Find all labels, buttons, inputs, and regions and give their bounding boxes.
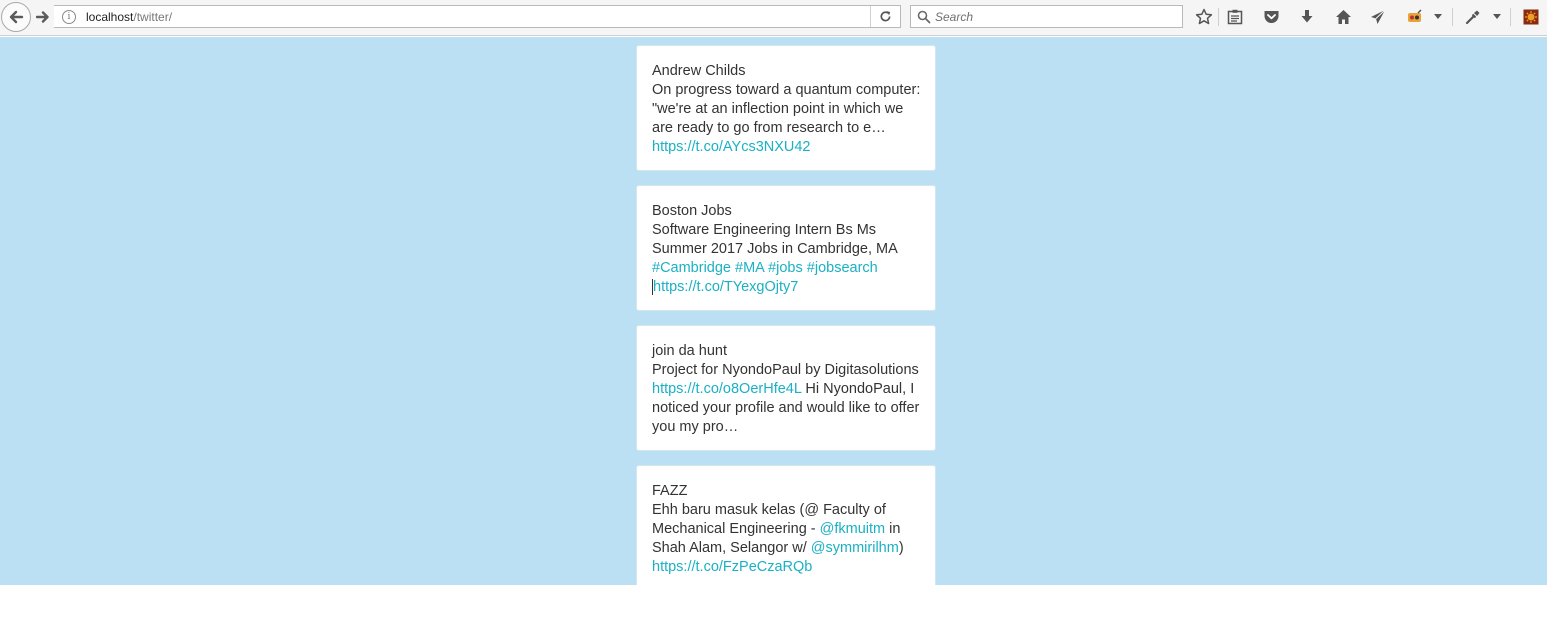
tweet-author: join da hunt bbox=[652, 343, 727, 359]
send-button[interactable] bbox=[1368, 7, 1388, 27]
reading-list-button[interactable] bbox=[1225, 7, 1245, 27]
toolbar-separator bbox=[1218, 8, 1219, 26]
chevron-down-icon bbox=[1434, 14, 1442, 19]
bookmark-star-icon bbox=[1195, 8, 1213, 25]
eyedropper-icon bbox=[1465, 10, 1480, 25]
tweet-text-segment: On progress toward a quantum computer: "… bbox=[652, 82, 921, 136]
hashtag-link[interactable]: #Cambridge bbox=[652, 260, 731, 276]
tweet-author: FAZZ bbox=[652, 483, 688, 499]
tweet-card: FAZZ Ehh baru masuk kelas (@ Faculty of M… bbox=[636, 465, 936, 585]
info-icon[interactable]: i bbox=[62, 9, 76, 24]
extension-icon bbox=[1408, 9, 1422, 22]
url-text[interactable]: localhost/twitter/ bbox=[86, 10, 172, 24]
tweet-feed: Andrew Childs On progress toward a quantu… bbox=[636, 45, 936, 585]
forward-button[interactable] bbox=[32, 6, 54, 28]
tweet-link[interactable]: https://t.co/FzPeCzaRQb bbox=[652, 559, 812, 575]
hashtag-link[interactable]: #MA bbox=[735, 260, 764, 276]
extension-button[interactable] bbox=[1405, 7, 1425, 27]
hashtag-link[interactable]: #jobsearch bbox=[807, 260, 878, 276]
tweet-text: On progress toward a quantum computer: "… bbox=[652, 81, 921, 157]
reading-list-icon bbox=[1227, 9, 1243, 25]
tweet-text: Project for NyondoPaul by Digitasolution… bbox=[652, 361, 921, 437]
send-icon bbox=[1371, 9, 1386, 24]
reload-icon bbox=[880, 11, 891, 22]
hashtag-link[interactable]: #jobs bbox=[768, 260, 803, 276]
tweet-card: Andrew Childs On progress toward a quantu… bbox=[636, 45, 936, 171]
tweet-card: Boston Jobs Software Engineering Intern B… bbox=[636, 185, 936, 311]
url-host: localhost bbox=[86, 9, 134, 24]
tweet-text: Software Engineering Intern Bs Ms Summer… bbox=[652, 221, 921, 297]
mention-link[interactable]: @symmirilhm bbox=[811, 540, 899, 556]
tweet-link[interactable]: https://t.co/o8OerHfe4L bbox=[652, 381, 801, 397]
extension-menu-dropdown[interactable] bbox=[1431, 7, 1445, 27]
browser-toolbar: i localhost/twitter/ bbox=[0, 0, 1547, 36]
forward-arrow-icon bbox=[36, 11, 49, 23]
eyedropper-menu-dropdown[interactable] bbox=[1490, 7, 1504, 27]
tweet-text-segment: ) bbox=[898, 540, 904, 556]
addon-icon bbox=[1523, 9, 1539, 25]
tweet-link[interactable]: https://t.co/TYexgOjty7 bbox=[652, 279, 799, 295]
download-icon bbox=[1301, 10, 1313, 23]
back-arrow-icon bbox=[9, 10, 24, 24]
toolbar-separator bbox=[1452, 8, 1453, 26]
tweet-text: Ehh baru masuk kelas (@ Faculty of Mecha… bbox=[652, 501, 921, 577]
tweet-author: Andrew Childs bbox=[652, 63, 746, 79]
url-path: /twitter/ bbox=[133, 9, 173, 24]
tweet-link[interactable]: https://t.co/AYcs3NXU42 bbox=[652, 139, 811, 155]
address-bar[interactable]: i localhost/twitter/ bbox=[54, 5, 901, 28]
downloads-button[interactable] bbox=[1297, 7, 1317, 27]
pocket-button[interactable] bbox=[1261, 7, 1281, 27]
search-icon bbox=[917, 10, 931, 23]
reload-button[interactable] bbox=[870, 6, 900, 27]
tweet-text-segment: Project for NyondoPaul by Digitasolution… bbox=[652, 362, 919, 378]
search-bar[interactable] bbox=[910, 5, 1183, 28]
tweet-card: join da hunt Project for NyondoPaul by Di… bbox=[636, 325, 936, 451]
mention-link[interactable]: @fkmuitm bbox=[820, 521, 885, 537]
page-viewport: Andrew Childs On progress toward a quantu… bbox=[0, 37, 1547, 585]
addon-button[interactable] bbox=[1521, 7, 1541, 27]
eyedropper-button[interactable] bbox=[1463, 7, 1483, 27]
toolbar-separator bbox=[1510, 8, 1511, 26]
back-button[interactable] bbox=[1, 2, 31, 32]
home-icon bbox=[1335, 10, 1351, 24]
chevron-down-icon bbox=[1493, 14, 1501, 19]
pocket-icon bbox=[1264, 11, 1278, 23]
tweet-author: Boston Jobs bbox=[652, 203, 732, 219]
search-input[interactable] bbox=[935, 9, 1175, 24]
home-button[interactable] bbox=[1333, 7, 1353, 27]
tweet-text-segment: Software Engineering Intern Bs Ms Summer… bbox=[652, 222, 897, 257]
bookmark-button[interactable] bbox=[1194, 7, 1214, 27]
